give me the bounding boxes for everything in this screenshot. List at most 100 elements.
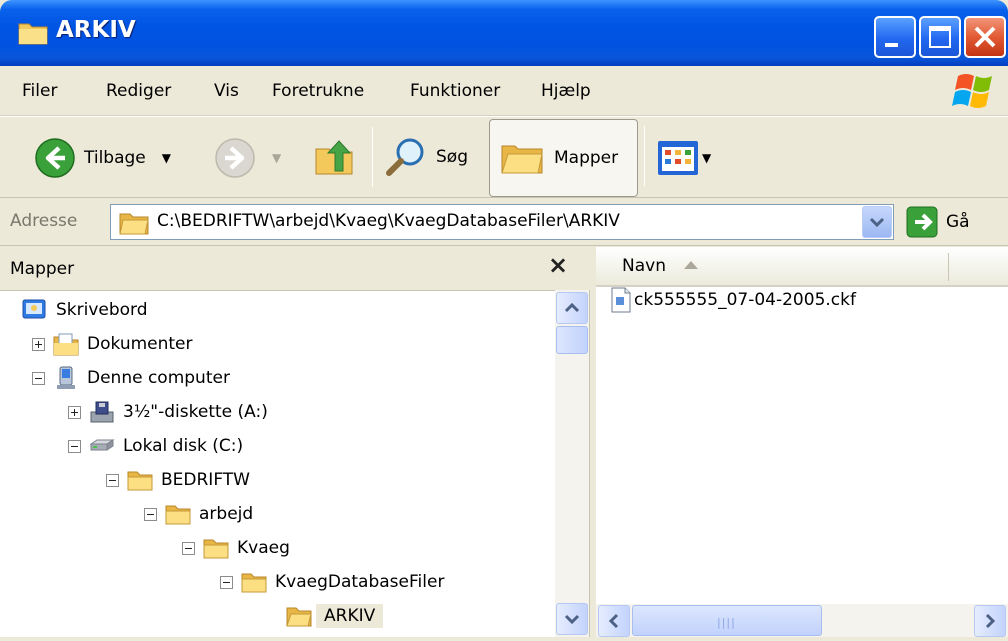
back-dropdown-icon[interactable]: ▼ (162, 151, 171, 165)
column-divider[interactable] (948, 253, 949, 281)
tree-item-denne-computer[interactable]: Denne computer (32, 363, 230, 393)
windows-logo-icon (952, 74, 992, 108)
go-arrow-icon (906, 206, 938, 238)
folders-pane: Mapper × Skrivebord Dokumenter Denne com… (0, 247, 590, 637)
tree-item-label: ARKIV (316, 604, 384, 628)
tree-item-label: Skrivebord (56, 300, 148, 320)
views-dropdown-icon[interactable]: ▼ (702, 151, 711, 165)
maximize-icon (929, 26, 951, 48)
file-item[interactable]: ck555555_07-04-2005.ckf (610, 287, 856, 313)
folders-button-content: Mapper (500, 138, 618, 178)
back-label: Tilbage (84, 148, 146, 168)
scroll-left-button[interactable] (598, 605, 630, 637)
folder-icon (203, 539, 229, 559)
forward-dropdown-icon[interactable]: ▼ (272, 151, 281, 165)
folder-icon (165, 505, 191, 525)
tree-item-skrivebord[interactable]: Skrivebord (22, 295, 148, 325)
collapse-icon[interactable] (106, 473, 119, 487)
forward-button[interactable]: ▼ (214, 137, 281, 179)
file-icon (611, 287, 631, 313)
scroll-up-button[interactable] (556, 292, 588, 324)
tree-item-diskette[interactable]: 3½"-diskette (A:) (68, 397, 268, 427)
collapse-icon[interactable] (182, 541, 195, 555)
address-dropdown-button[interactable] (862, 206, 892, 238)
search-icon (386, 138, 424, 176)
expand-icon[interactable] (68, 405, 81, 419)
tree-item-label: BEDRIFTW (161, 470, 250, 490)
go-label: Gå (946, 212, 970, 232)
maximize-button[interactable] (919, 16, 961, 58)
tree-item-label: Dokumenter (87, 334, 193, 354)
folders-pane-header: Mapper × (0, 247, 590, 291)
views-icon (658, 141, 698, 175)
chevron-down-icon (564, 614, 580, 625)
tree-item-kvaegdatabasefiler[interactable]: KvaegDatabaseFiler (220, 567, 444, 597)
go-button[interactable]: Gå (906, 206, 970, 238)
forward-arrow-icon (215, 138, 255, 178)
search-label: Søg (436, 147, 468, 167)
close-pane-icon[interactable]: × (548, 251, 568, 279)
up-folder-button[interactable] (313, 135, 357, 179)
folders-label: Mapper (554, 148, 619, 168)
close-icon (974, 26, 996, 48)
tree-item-label: Kvaeg (237, 538, 290, 558)
documents-folder-icon (53, 333, 79, 356)
hard-drive-icon (89, 439, 115, 451)
toolbar-separator (372, 127, 373, 187)
expand-icon[interactable] (32, 337, 45, 351)
folders-vertical-scrollbar[interactable] (555, 290, 589, 637)
computer-icon (57, 366, 75, 389)
explorer-window: ARKIV Filer Rediger Vis Foretrukne Funkt… (0, 0, 1008, 637)
tree-item-label: Denne computer (87, 368, 230, 388)
tree-item-arkiv[interactable]: ARKIV (286, 601, 384, 631)
tree-item-arbejd[interactable]: arbejd (144, 499, 253, 529)
views-button[interactable]: ▼ (656, 138, 711, 178)
menu-funktioner[interactable]: Funktioner (410, 81, 500, 101)
scroll-down-button[interactable] (556, 603, 588, 635)
chevron-left-icon (608, 613, 619, 629)
tree-item-dokumenter[interactable]: Dokumenter (32, 329, 193, 359)
sort-ascending-icon (684, 261, 698, 269)
menu-rediger[interactable]: Rediger (106, 81, 171, 101)
folders-button[interactable]: Mapper (489, 119, 638, 197)
folders-icon (501, 145, 543, 174)
toolbar-separator (644, 126, 645, 186)
desktop-icon (22, 299, 46, 319)
collapse-icon[interactable] (220, 575, 233, 589)
tree-item-label: 3½"-diskette (A:) (123, 402, 268, 422)
files-horizontal-scrollbar[interactable]: |||| (596, 604, 1008, 637)
address-bar: Adresse C:\BEDRIFTW\arbejd\Kvaeg\KvaegDa… (0, 198, 1008, 246)
grip-icon: |||| (717, 616, 736, 629)
search-button[interactable]: Søg (384, 135, 468, 179)
chevron-right-icon (985, 613, 996, 629)
floppy-drive-icon (90, 401, 114, 423)
menu-foretrukne[interactable]: Foretrukne (272, 81, 364, 101)
chevron-down-icon (869, 217, 885, 228)
close-button[interactable] (964, 16, 1006, 58)
minimize-icon (885, 43, 898, 47)
scroll-thumb[interactable] (556, 326, 588, 354)
tree-item-label: arbejd (199, 504, 254, 524)
folder-icon (127, 471, 153, 491)
chevron-up-icon (564, 302, 580, 313)
minimize-button[interactable] (874, 16, 916, 58)
menu-hjaelp[interactable]: Hjælp (541, 81, 591, 101)
column-header[interactable]: Navn (596, 247, 1008, 287)
collapse-icon[interactable] (144, 507, 157, 521)
menu-filer[interactable]: Filer (22, 81, 57, 101)
address-label: Adresse (10, 211, 78, 231)
tree-item-lokal-disk[interactable]: Lokal disk (C:) (68, 431, 243, 461)
tree-item-kvaeg[interactable]: Kvaeg (182, 533, 290, 563)
back-arrow-icon (35, 138, 75, 178)
collapse-icon[interactable] (32, 371, 45, 385)
title-bar[interactable]: ARKIV (0, 0, 1008, 66)
collapse-icon[interactable] (68, 439, 81, 453)
address-input[interactable]: C:\BEDRIFTW\arbejd\Kvaeg\KvaegDatabaseFi… (110, 204, 894, 240)
file-name: ck555555_07-04-2005.ckf (634, 290, 856, 310)
horizontal-scroll-thumb[interactable]: |||| (632, 605, 822, 636)
scroll-right-button[interactable] (974, 605, 1006, 637)
tree-item-bedriftw[interactable]: BEDRIFTW (106, 465, 250, 495)
back-button[interactable]: Tilbage ▼ (34, 137, 171, 179)
menu-vis[interactable]: Vis (214, 81, 239, 101)
folder-icon (241, 573, 267, 593)
